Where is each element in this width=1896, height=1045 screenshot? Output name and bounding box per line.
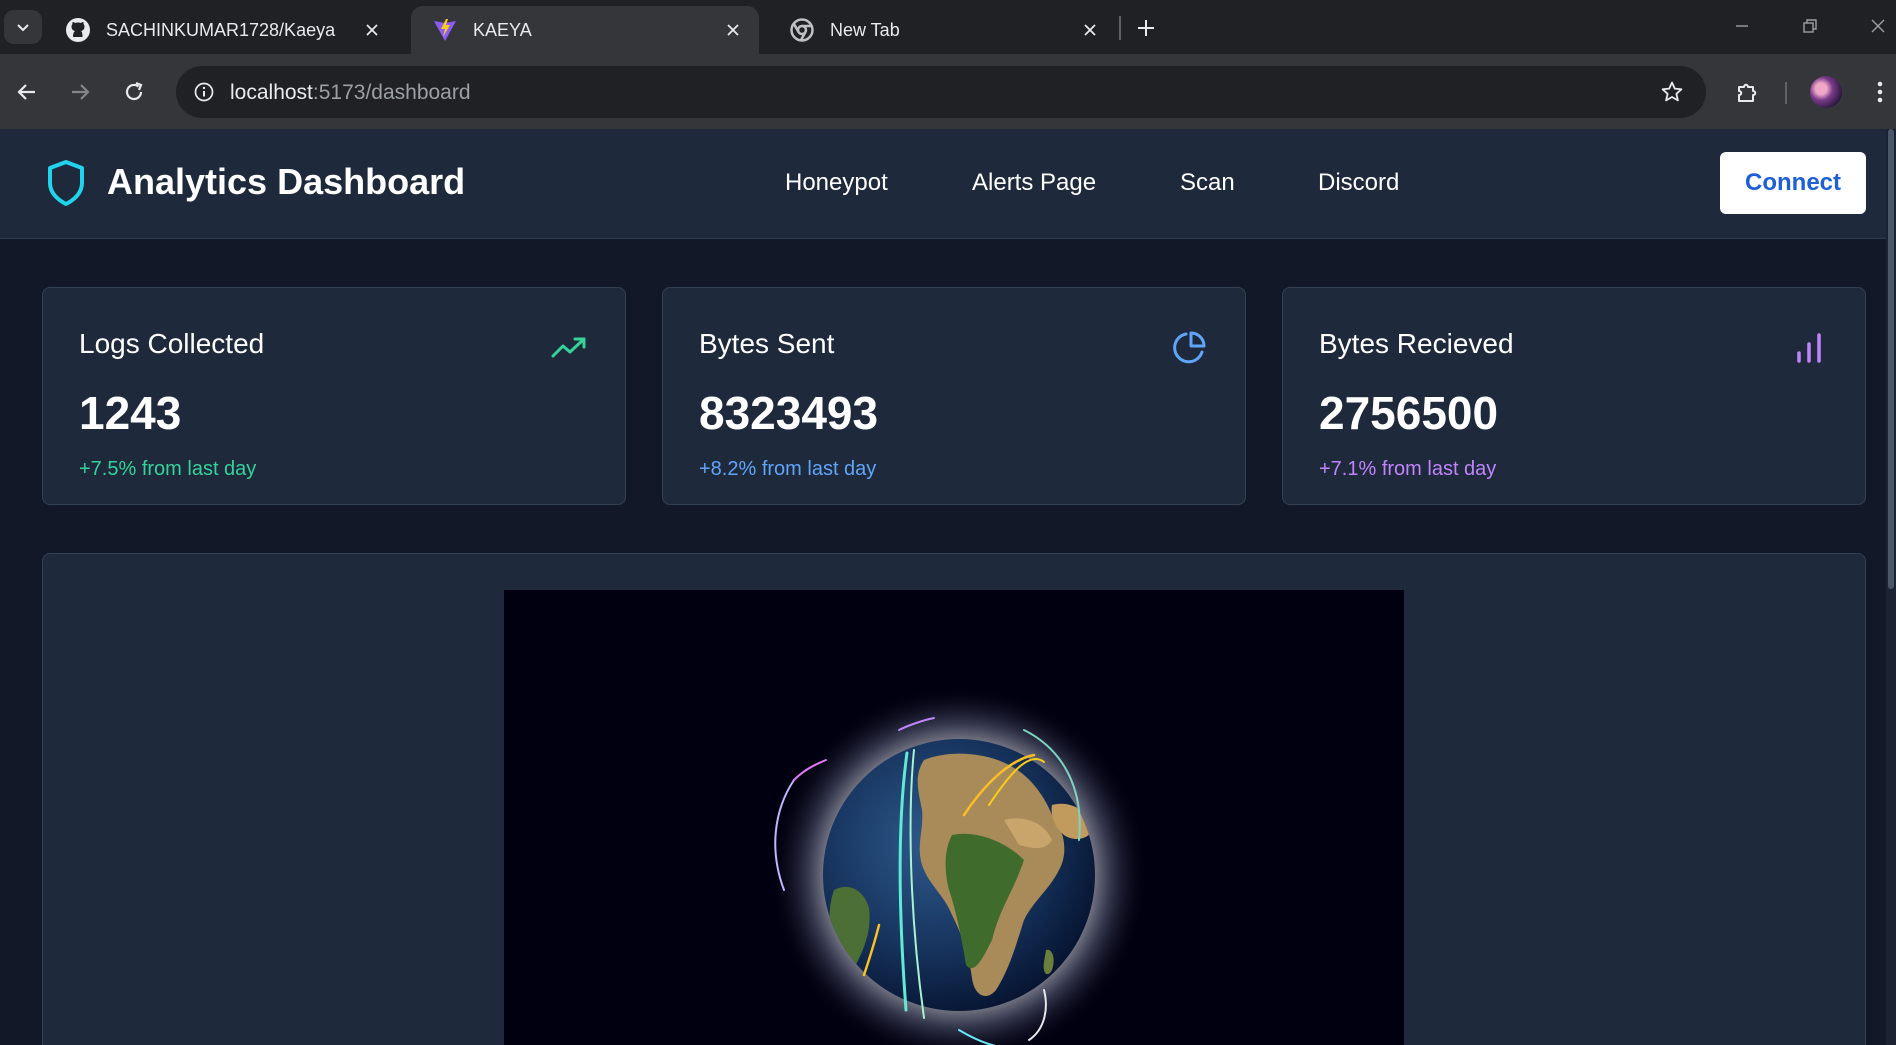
- app-navbar: Analytics Dashboard Honeypot Alerts Page…: [0, 129, 1886, 239]
- nav-link-alerts-page[interactable]: Alerts Page: [972, 169, 1096, 197]
- site-info-icon[interactable]: [186, 74, 222, 110]
- nav-link-scan[interactable]: Scan: [1180, 169, 1235, 197]
- globe-svg: [769, 685, 1149, 1045]
- pie-chart-icon: [1169, 328, 1209, 368]
- restore-icon: [1803, 19, 1817, 33]
- browser-tab-strip: SACHINKUMAR1728/Kaeya KAEYA New Tab: [0, 0, 1896, 54]
- extensions-button[interactable]: [1728, 72, 1768, 112]
- arrow-right-icon: [72, 84, 90, 100]
- stat-value: 2756500: [1319, 387, 1499, 439]
- nav-link-honeypot[interactable]: Honeypot: [785, 169, 888, 197]
- plus-icon: [1138, 20, 1154, 36]
- vite-icon: [431, 16, 459, 44]
- back-button[interactable]: [7, 72, 47, 112]
- puzzle-icon: [1738, 83, 1757, 102]
- stat-change: +7.1% from last day: [1319, 458, 1497, 480]
- stat-card-bytes-sent: Bytes Sent 8323493 +8.2% from last day: [662, 287, 1246, 505]
- toolbar-divider: [1785, 82, 1787, 104]
- tab-title: New Tab: [830, 19, 900, 40]
- page-scrollbar[interactable]: [1886, 129, 1896, 1045]
- new-tab-button[interactable]: [1130, 12, 1162, 44]
- window-close-button[interactable]: [1858, 8, 1896, 44]
- stat-title: Bytes Recieved: [1319, 328, 1514, 359]
- bar-chart-icon: [1789, 328, 1829, 368]
- app-title: Analytics Dashboard: [107, 161, 466, 202]
- url-host: localhost: [230, 81, 313, 104]
- browser-menu-button[interactable]: [1866, 74, 1894, 110]
- minimize-icon: [1736, 25, 1748, 27]
- restore-button[interactable]: [1790, 8, 1830, 44]
- arrow-left-icon: [17, 84, 35, 100]
- url-path: :5173/dashboard: [312, 81, 471, 104]
- tab-title: KAEYA: [473, 19, 532, 40]
- tab-kaeya[interactable]: KAEYA: [411, 6, 759, 54]
- close-icon: [1871, 19, 1885, 33]
- bookmark-star-icon[interactable]: [1656, 76, 1688, 108]
- globe-panel: [42, 553, 1866, 1045]
- shield-icon: [48, 160, 84, 206]
- globe-visualization[interactable]: [504, 590, 1404, 1045]
- stat-card-logs-collected: Logs Collected 1243 +7.5% from last day: [42, 287, 626, 505]
- stat-change: +8.2% from last day: [699, 458, 877, 480]
- close-icon[interactable]: [358, 16, 386, 44]
- scrollbar-thumb[interactable]: [1888, 129, 1894, 589]
- app-viewport: Analytics Dashboard Honeypot Alerts Page…: [0, 129, 1896, 1045]
- more-vertical-icon: [1877, 81, 1883, 103]
- stat-title: Bytes Sent: [699, 328, 835, 359]
- github-icon: [64, 16, 92, 44]
- minimize-button[interactable]: [1722, 8, 1762, 44]
- tab-divider: [1119, 16, 1121, 40]
- stat-card-bytes-received: Bytes Recieved 2756500 +7.1% from last d…: [1282, 287, 1866, 505]
- nav-link-discord[interactable]: Discord: [1318, 169, 1399, 197]
- forward-button[interactable]: [60, 72, 100, 112]
- stat-change: +7.5% from last day: [79, 458, 257, 480]
- reload-icon: [125, 81, 143, 101]
- chevron-down-icon: [17, 24, 29, 32]
- trending-up-icon: [549, 328, 589, 368]
- tab-search-button[interactable]: [4, 10, 42, 44]
- stat-value: 1243: [79, 387, 182, 439]
- stat-value: 8323493: [699, 387, 879, 439]
- reload-button[interactable]: [114, 72, 154, 112]
- chrome-icon: [788, 16, 816, 44]
- browser-toolbar: localhost:5173/dashboard: [0, 54, 1896, 129]
- close-icon[interactable]: [719, 16, 747, 44]
- profile-avatar[interactable]: [1810, 76, 1842, 108]
- tab-title: SACHINKUMAR1728/Kaeya: [106, 19, 336, 40]
- address-bar[interactable]: localhost:5173/dashboard: [176, 66, 1706, 118]
- close-icon[interactable]: [1076, 16, 1104, 44]
- url-text[interactable]: localhost:5173/dashboard: [230, 81, 471, 105]
- tab-new-tab[interactable]: New Tab: [768, 6, 1116, 54]
- stat-title: Logs Collected: [79, 328, 265, 359]
- tab-github[interactable]: SACHINKUMAR1728/Kaeya: [44, 6, 398, 54]
- connect-button[interactable]: Connect: [1720, 152, 1866, 214]
